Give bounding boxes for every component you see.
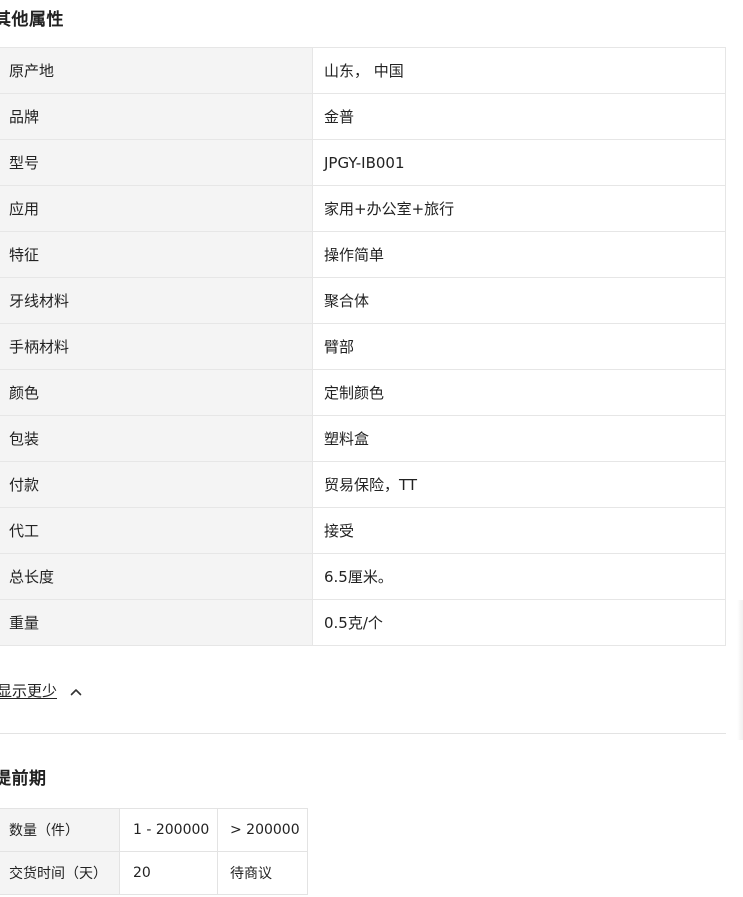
- attribute-value: JPGY-IB001: [312, 139, 726, 186]
- table-row: 数量（件） 1 - 200000 > 200000: [0, 808, 308, 852]
- lead-time-title: 提前期: [0, 769, 47, 789]
- quantity-range-1: 1 - 200000: [119, 808, 218, 852]
- attribute-value: 聚合体: [312, 277, 726, 324]
- scroll-edge-shadow: [737, 600, 743, 740]
- delivery-time-1: 20: [119, 851, 218, 895]
- table-row: 牙线材料 聚合体: [0, 277, 726, 324]
- table-row: 应用 家用+办公室+旅行: [0, 185, 726, 232]
- quantity-range-2: > 200000: [217, 808, 308, 852]
- attribute-value: 定制颜色: [312, 369, 726, 416]
- attribute-key: 应用: [0, 185, 313, 232]
- table-row: 包装 塑料盒: [0, 415, 726, 462]
- table-row: 型号 JPGY-IB001: [0, 139, 726, 186]
- attribute-value: 贸易保险，TT: [312, 461, 726, 508]
- attribute-key: 包装: [0, 415, 313, 462]
- table-row: 重量 0.5克/个: [0, 599, 726, 646]
- quantity-header: 数量（件）: [0, 808, 120, 852]
- attribute-key: 颜色: [0, 369, 313, 416]
- lead-time-table: 数量（件） 1 - 200000 > 200000 交货时间（天） 20 待商议: [0, 808, 308, 895]
- attribute-value: 操作简单: [312, 231, 726, 278]
- table-row: 特征 操作简单: [0, 231, 726, 278]
- attribute-value: 家用+办公室+旅行: [312, 185, 726, 232]
- product-details-page: 其他属性 原产地 山东， 中国 品牌 金普 型号 JPGY-IB001 应用 家…: [0, 0, 743, 897]
- attributes-table: 原产地 山东， 中国 品牌 金普 型号 JPGY-IB001 应用 家用+办公室…: [0, 47, 726, 646]
- attribute-key: 原产地: [0, 47, 313, 94]
- attribute-value: 金普: [312, 93, 726, 140]
- attribute-value: 臂部: [312, 323, 726, 370]
- delivery-time-2: 待商议: [217, 851, 308, 895]
- attribute-key: 付款: [0, 461, 313, 508]
- attribute-key: 手柄材料: [0, 323, 313, 370]
- attribute-value: 0.5克/个: [312, 599, 726, 646]
- table-row: 原产地 山东， 中国: [0, 47, 726, 94]
- other-attributes-title: 其他属性: [0, 10, 64, 30]
- attribute-value: 塑料盒: [312, 415, 726, 462]
- attribute-key: 代工: [0, 507, 313, 554]
- attribute-key: 总长度: [0, 553, 313, 600]
- attribute-key: 特征: [0, 231, 313, 278]
- table-row: 代工 接受: [0, 507, 726, 554]
- attribute-value: 6.5厘米。: [312, 553, 726, 600]
- attribute-value: 山东， 中国: [312, 47, 726, 94]
- chevron-up-icon[interactable]: [69, 684, 83, 698]
- table-row: 手柄材料 臂部: [0, 323, 726, 370]
- attribute-key: 重量: [0, 599, 313, 646]
- attribute-key: 品牌: [0, 93, 313, 140]
- show-less-toggle[interactable]: 显示更少: [0, 680, 83, 701]
- delivery-time-header: 交货时间（天）: [0, 851, 120, 895]
- section-divider: [0, 733, 726, 734]
- table-row: 颜色 定制颜色: [0, 369, 726, 416]
- show-less-link[interactable]: 显示更少: [0, 680, 57, 701]
- table-row: 交货时间（天） 20 待商议: [0, 851, 308, 895]
- attribute-key: 型号: [0, 139, 313, 186]
- attribute-key: 牙线材料: [0, 277, 313, 324]
- table-row: 付款 贸易保险，TT: [0, 461, 726, 508]
- attribute-value: 接受: [312, 507, 726, 554]
- table-row: 品牌 金普: [0, 93, 726, 140]
- table-row: 总长度 6.5厘米。: [0, 553, 726, 600]
